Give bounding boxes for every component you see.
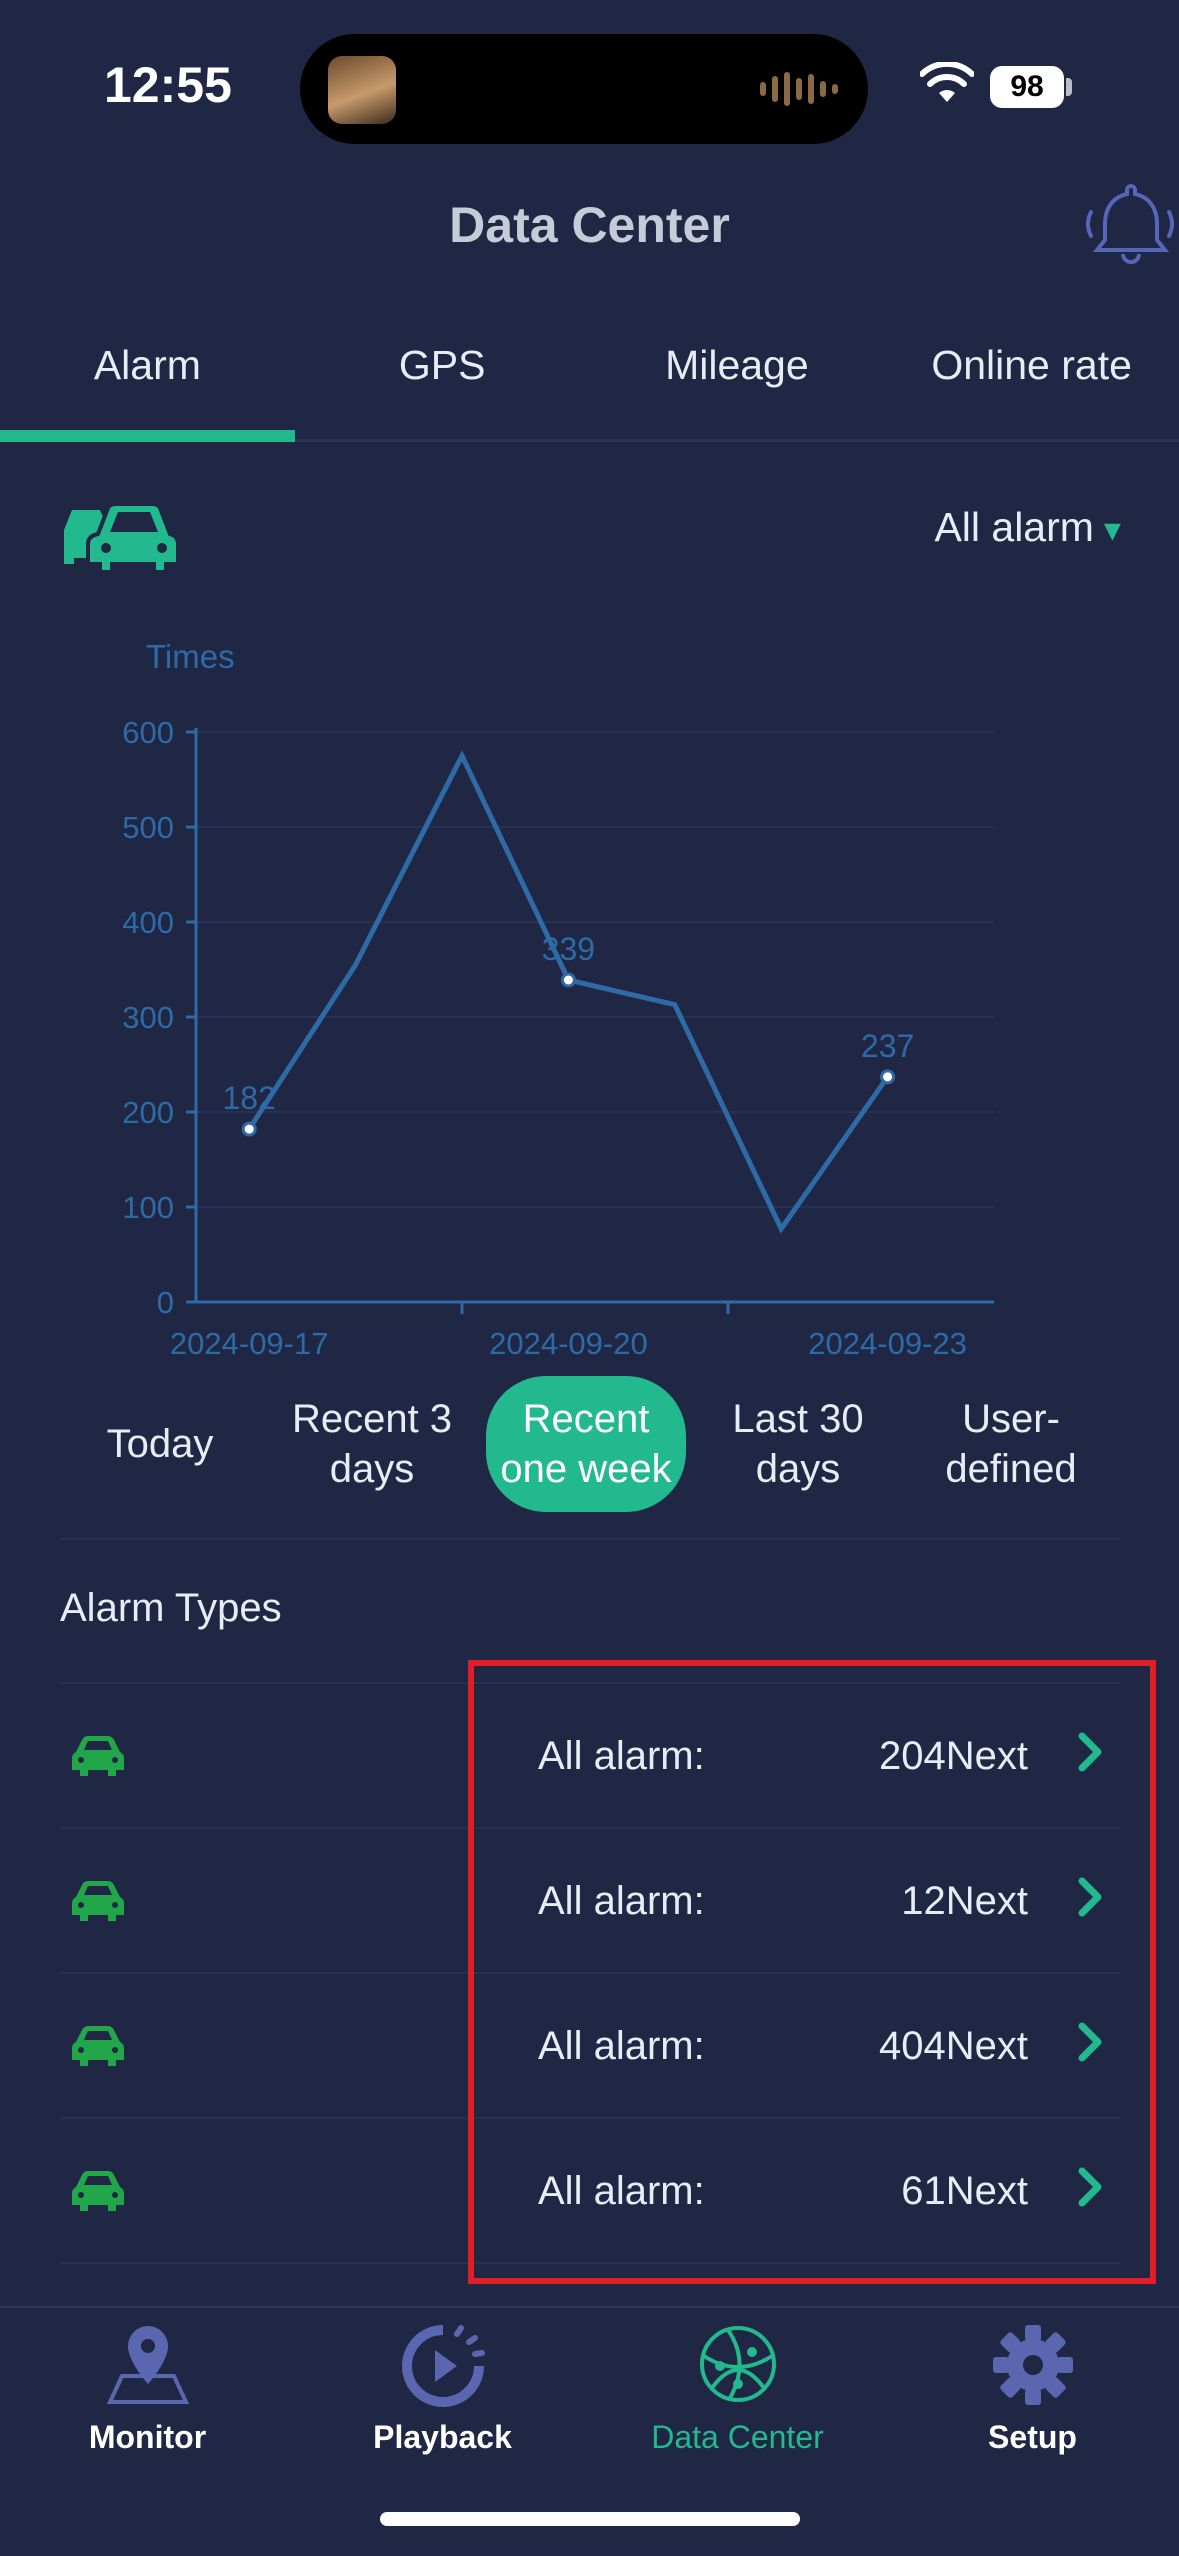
data-label: 339 [542, 931, 595, 967]
data-point [560, 972, 576, 988]
nav-label: Setup [988, 2419, 1077, 2455]
bell-icon[interactable] [1085, 178, 1177, 270]
caret-down-icon: ▾ [1103, 511, 1121, 549]
alarm-filter-label: All alarm [934, 504, 1094, 550]
nav-monitor[interactable]: Monitor [0, 2322, 295, 2456]
home-indicator [380, 2512, 800, 2526]
period-user-defined[interactable]: User-defined [911, 1376, 1111, 1512]
battery-indicator: 98 [990, 66, 1064, 108]
period-selector: Today Recent 3 days Recent one week Last… [0, 1376, 1179, 1512]
y-tick-label: 400 [122, 905, 174, 940]
tab-alarm[interactable]: Alarm [0, 300, 295, 442]
nav-label: Playback [373, 2419, 512, 2455]
car-icon [72, 2171, 124, 2211]
car-icon [72, 1881, 124, 1921]
data-point [241, 1121, 257, 1137]
nav-label: Monitor [88, 2419, 207, 2455]
data-point [880, 1069, 896, 1085]
battery-nub [1066, 78, 1072, 96]
tab-gps[interactable]: GPS [295, 300, 590, 439]
alarm-line-chart: Times 0 100 200 300 400 500 600 2024-09-17 2024-0… [122, 640, 994, 1361]
data-label: 182 [223, 1080, 276, 1116]
tab-bar: Alarm GPS Mileage Online rate [0, 300, 1179, 442]
y-tick-label: 300 [122, 1000, 174, 1035]
period-recent-3-days[interactable]: Recent 3 days [272, 1376, 472, 1512]
period-today[interactable]: Today [60, 1376, 260, 1512]
y-tick-label: 100 [122, 1190, 174, 1225]
alarm-types-title: Alarm Types [60, 1586, 282, 1630]
cars-icon [64, 502, 180, 574]
page-title: Data Center [449, 197, 730, 253]
dynamic-island [300, 34, 868, 144]
globe-icon [699, 2326, 776, 2402]
y-tick-label: 600 [122, 715, 174, 750]
nav-data-center[interactable]: Data Center [590, 2322, 885, 2456]
x-tick-label: 2024-09-17 [170, 1326, 329, 1361]
car-icon [72, 1736, 124, 1776]
y-tick-label: 200 [122, 1095, 174, 1130]
now-playing-artwork [328, 56, 396, 124]
x-tick-label: 2024-09-20 [489, 1326, 648, 1361]
map-pin-icon [106, 2326, 189, 2404]
period-last-30-days[interactable]: Last 30 days [698, 1376, 898, 1512]
highlight-box [468, 1660, 1156, 2284]
data-label: 237 [861, 1028, 914, 1064]
gear-icon [992, 2325, 1073, 2405]
wifi-icon [920, 62, 974, 102]
nav-setup[interactable]: Setup [885, 2322, 1179, 2456]
tab-mileage[interactable]: Mileage [590, 300, 885, 439]
playback-icon [401, 2325, 485, 2407]
y-axis-label: Times [146, 640, 235, 675]
y-tick-label: 500 [122, 810, 174, 845]
car-icon [72, 2026, 124, 2066]
divider [60, 1538, 1120, 1540]
tab-online-rate[interactable]: Online rate [884, 300, 1179, 439]
audio-waveform-icon [760, 71, 838, 107]
period-recent-one-week[interactable]: Recent one week [486, 1376, 686, 1512]
status-time: 12:55 [104, 57, 232, 113]
y-tick-label: 0 [157, 1285, 174, 1320]
nav-playback[interactable]: Playback [295, 2322, 590, 2456]
nav-label: Data Center [651, 2419, 824, 2455]
status-bar: 12:55 98 [0, 0, 1179, 180]
alarm-filter-dropdown[interactable]: All alarm ▾ [934, 504, 1121, 551]
x-tick-label: 2024-09-23 [808, 1326, 967, 1361]
